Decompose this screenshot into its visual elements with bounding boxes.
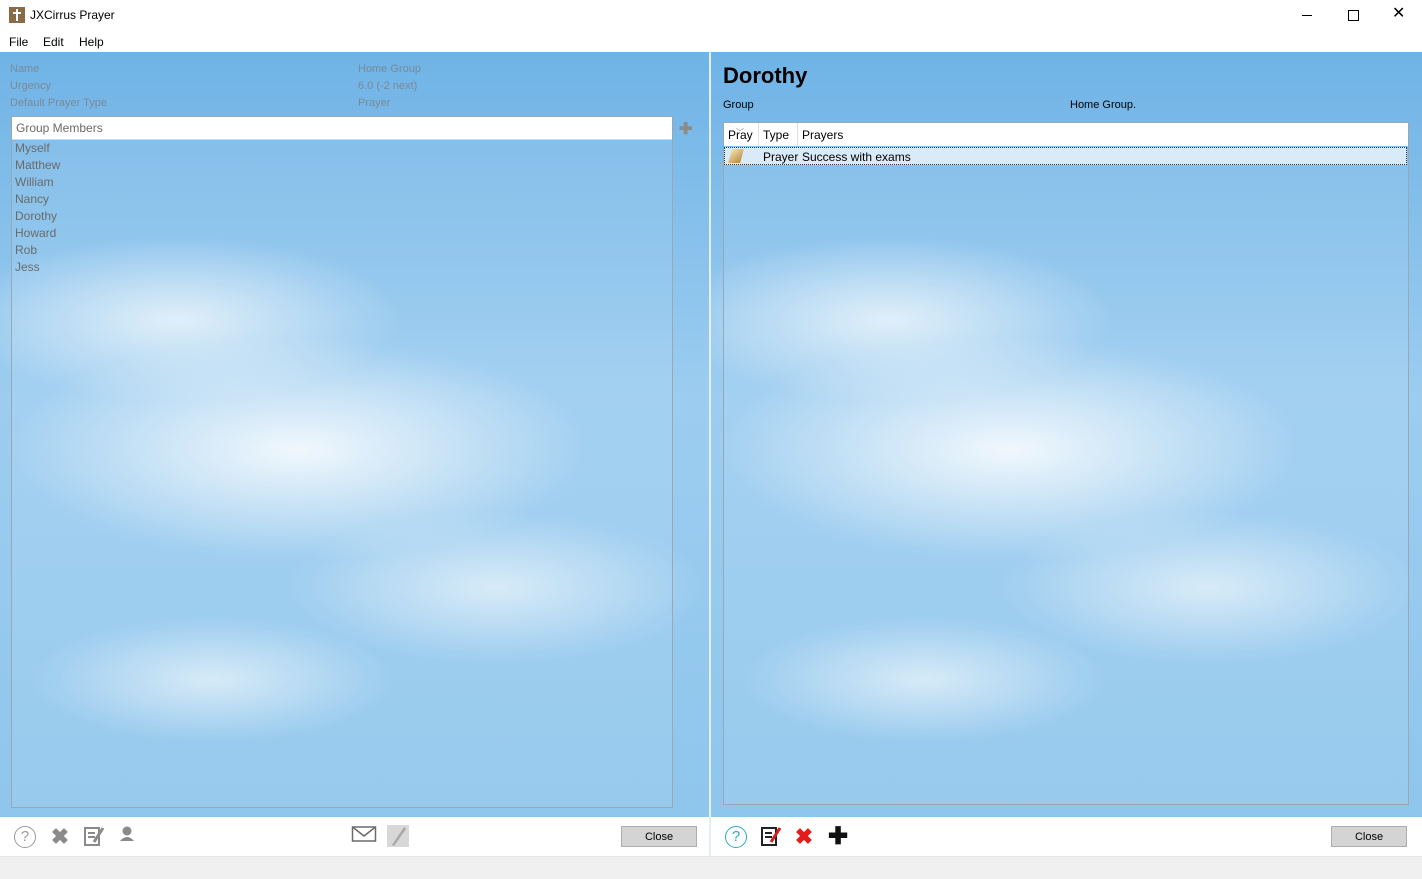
list-item[interactable]: Myself (12, 140, 672, 157)
menu-file[interactable]: File (9, 35, 28, 49)
minimize-icon (1302, 15, 1312, 16)
prayer-type-label: Default Prayer Type (10, 97, 108, 109)
menu-bar: File Edit Help (0, 31, 1422, 52)
person-icon (120, 826, 134, 841)
quill-icon[interactable] (728, 149, 744, 163)
delete-icon: ✖ (50, 824, 70, 849)
row-type: Prayer (763, 150, 799, 164)
list-item[interactable]: Rob (12, 242, 672, 259)
prayer-type-value[interactable]: Prayer (358, 97, 390, 109)
maximize-button[interactable] (1330, 0, 1376, 31)
list-item[interactable]: Howard (12, 225, 672, 242)
list-item[interactable]: Nancy (12, 191, 672, 208)
column-pray[interactable]: ﹀ Pray (724, 123, 759, 146)
person-toolbar: ? ✖ ✚ Close (711, 817, 1422, 856)
close-icon: ✕ (1392, 5, 1406, 22)
delete-prayer-button[interactable]: ✖ (791, 824, 817, 850)
list-item[interactable]: William (12, 174, 672, 191)
edit-prayer-button[interactable] (758, 824, 784, 850)
group-toolbar: ? ✖ Close (0, 817, 709, 856)
column-type[interactable]: Type (759, 123, 798, 146)
menu-help[interactable]: Help (79, 35, 104, 49)
delete-icon: ✖ (794, 824, 814, 849)
quill-icon (387, 825, 409, 847)
close-window-button[interactable]: ✕ (1376, 0, 1422, 31)
row-prayer: Success with exams (802, 150, 911, 164)
name-value[interactable]: Home Group (358, 63, 421, 75)
group-label: Group (723, 99, 754, 111)
help-button[interactable]: ? (12, 824, 38, 850)
add-prayer-button[interactable]: ✚ (825, 824, 851, 850)
minimize-button[interactable] (1284, 0, 1330, 31)
window-title: JXCirrus Prayer (30, 8, 115, 22)
close-person-button[interactable]: Close (1331, 826, 1407, 847)
help-button[interactable]: ? (723, 824, 749, 850)
menu-edit[interactable]: Edit (43, 35, 64, 49)
email-button[interactable] (351, 824, 377, 850)
pray-button[interactable] (385, 824, 411, 850)
person-button[interactable] (114, 824, 140, 850)
add-member-icon[interactable]: ✚ (679, 119, 692, 139)
urgency-value[interactable]: 6.0 (-2 next) (358, 80, 417, 92)
group-members-list[interactable]: Group Members Myself Matthew William Nan… (11, 116, 673, 808)
column-prayers[interactable]: Prayers (798, 123, 1408, 146)
edit-icon (84, 827, 105, 846)
help-icon: ? (14, 826, 36, 848)
name-label: Name (10, 63, 40, 75)
person-name: Dorothy (723, 63, 808, 88)
app-cross-icon (9, 7, 25, 23)
maximize-icon (1348, 10, 1359, 21)
list-item[interactable]: Jess (12, 259, 672, 276)
add-icon: ✚ (827, 823, 849, 850)
close-group-button[interactable]: Close (621, 826, 697, 847)
email-icon (351, 826, 377, 842)
group-pane: Name Home Group Urgency 6.0 (-2 next) De… (0, 52, 709, 817)
delete-member-button[interactable]: ✖ (47, 824, 73, 850)
prayers-table[interactable]: ﹀ Pray Type Prayers Prayer Success with … (723, 122, 1409, 805)
status-bar (0, 856, 1422, 879)
sort-indicator-icon: ﹀ (736, 128, 744, 137)
help-icon: ? (725, 826, 747, 848)
edit-icon (761, 827, 782, 846)
table-row[interactable]: Prayer Success with exams (724, 147, 1407, 165)
person-pane: Dorothy Group Home Group. ﹀ Pray Type Pr… (711, 52, 1422, 817)
group-members-header: Group Members (12, 117, 672, 140)
table-header: ﹀ Pray Type Prayers (724, 123, 1408, 146)
group-value[interactable]: Home Group. (1070, 99, 1136, 111)
list-item[interactable]: Matthew (12, 157, 672, 174)
title-bar: JXCirrus Prayer ✕ (0, 0, 1422, 31)
list-item[interactable]: Dorothy (12, 208, 672, 225)
urgency-label: Urgency (10, 80, 51, 92)
edit-member-button[interactable] (81, 824, 107, 850)
